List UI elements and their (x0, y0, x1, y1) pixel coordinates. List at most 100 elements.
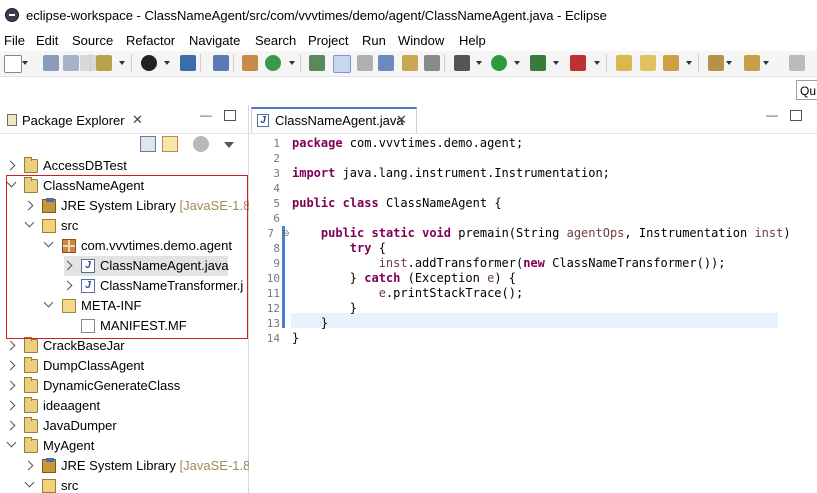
expand-icon[interactable] (5, 360, 16, 371)
tree-item-crackbasejar[interactable]: CrackBaseJar (0, 336, 248, 356)
code-line: public class ClassNameAgent { (292, 196, 502, 210)
menu-navigate[interactable]: Navigate (189, 33, 240, 48)
menu-run[interactable]: Run (362, 33, 386, 48)
quick-access-input[interactable]: Qu (796, 80, 817, 100)
project-icon (24, 377, 38, 393)
tree-item-src-2[interactable]: src (0, 476, 248, 493)
tree-item-javadumper[interactable]: JavaDumper (0, 416, 248, 436)
external-tools-dropdown-icon[interactable] (594, 61, 600, 65)
project-icon (24, 157, 38, 173)
terminal-icon[interactable] (180, 55, 196, 71)
code-line: } catch (Exception e) { (292, 271, 516, 285)
coverage-dropdown-icon[interactable] (553, 61, 559, 65)
show-whitespace-icon[interactable] (378, 55, 394, 71)
build-dropdown-icon[interactable] (119, 61, 125, 65)
line-number: 12 (266, 302, 280, 315)
user-dropdown-icon[interactable] (164, 61, 170, 65)
collapse-icon[interactable] (24, 477, 35, 488)
maximize-icon[interactable] (224, 110, 236, 121)
toggle-block-selection-icon[interactable] (357, 55, 373, 71)
user-icon[interactable] (141, 55, 157, 71)
search-icon[interactable] (663, 55, 679, 71)
new-java-package-icon[interactable] (242, 55, 258, 71)
view-menu-icon[interactable] (224, 142, 234, 148)
close-icon[interactable]: ✕ (396, 112, 407, 128)
run-icon[interactable] (491, 55, 507, 71)
next-annotation-dropdown-icon[interactable] (726, 61, 732, 65)
debug-dropdown-icon[interactable] (476, 61, 482, 65)
new-java-class-icon[interactable] (265, 55, 281, 71)
tree-item-jre-system-library-2[interactable]: JRE System Library [JavaSE-1.8] (0, 456, 254, 476)
external-tools-icon[interactable] (570, 55, 586, 71)
collapse-all-icon[interactable] (140, 136, 156, 152)
editor-overview-ruler[interactable] (796, 134, 817, 493)
open-type-icon[interactable] (309, 55, 325, 71)
previous-annotation-icon[interactable] (744, 55, 760, 71)
focus-on-active-task-icon[interactable] (193, 136, 209, 152)
print-icon[interactable] (80, 55, 96, 71)
next-annotation-icon[interactable] (708, 55, 724, 71)
menu-help[interactable]: Help (459, 33, 486, 48)
code-line: package com.vvvtimes.demo.agent; (292, 136, 524, 150)
run-dropdown-icon[interactable] (514, 61, 520, 65)
close-icon[interactable]: ✕ (132, 112, 143, 128)
back-icon[interactable] (789, 55, 805, 71)
menu-project[interactable]: Project (308, 33, 348, 48)
tree-item-ideaagent[interactable]: ideaagent (0, 396, 248, 416)
debug-icon[interactable] (454, 55, 470, 71)
tree-item-dumpclassagent[interactable]: DumpClassAgent (0, 356, 248, 376)
previous-annotation-dropdown-icon[interactable] (763, 61, 769, 65)
new-icon[interactable] (4, 55, 22, 73)
show-whitespace-characters-icon[interactable] (424, 55, 440, 71)
build-icon[interactable] (96, 55, 112, 71)
toggle-mark-occurrences-icon[interactable] (333, 55, 351, 73)
editor-maximize-icon[interactable] (790, 110, 802, 121)
expand-icon[interactable] (5, 340, 16, 351)
expand-icon[interactable] (5, 400, 16, 411)
code-line: try { (349, 241, 386, 255)
open-project-icon[interactable] (640, 55, 656, 71)
code-line: e.printStackTrace(); (378, 286, 524, 300)
menu-source[interactable]: Source (72, 33, 113, 48)
open-folder-icon[interactable] (616, 55, 632, 71)
current-line-highlight (291, 313, 778, 328)
expand-icon[interactable] (5, 420, 16, 431)
menu-file[interactable]: File (4, 33, 25, 48)
menu-window[interactable]: Window (398, 33, 444, 48)
line-number: 10 (266, 272, 280, 285)
minimize-icon[interactable]: — (200, 108, 212, 122)
link-with-editor-icon[interactable] (162, 136, 178, 152)
menu-search[interactable]: Search (255, 33, 296, 48)
new-dropdown-icon[interactable] (22, 61, 28, 65)
save-all-icon[interactable] (63, 55, 79, 71)
project-icon (24, 337, 38, 353)
open-task-icon[interactable] (402, 55, 418, 71)
save-icon[interactable] (43, 55, 59, 71)
editor-minimize-icon[interactable]: — (766, 108, 778, 122)
expand-icon[interactable] (23, 460, 34, 471)
package-explorer-tab[interactable]: Package Explorer (22, 113, 125, 128)
tree-item-dynamicgenerateclass[interactable]: DynamicGenerateClass (0, 376, 248, 396)
menu-refactor[interactable]: Refactor (126, 33, 175, 48)
collapse-icon[interactable] (6, 437, 17, 448)
new-class-dropdown-icon[interactable] (289, 61, 295, 65)
code-line: } (292, 331, 300, 345)
eclipse-logo-icon (5, 8, 19, 22)
tree-item-accessdbtest[interactable]: AccessDBTest (0, 156, 248, 176)
search-dropdown-icon[interactable] (686, 61, 692, 65)
fold-icon[interactable]: ⊖ (282, 228, 290, 239)
expand-icon[interactable] (5, 160, 16, 171)
project-icon (24, 437, 38, 453)
line-number: 1 (273, 137, 280, 150)
skip-breakpoints-icon[interactable] (213, 55, 229, 71)
project-icon (24, 357, 38, 373)
window-title: eclipse-workspace - ClassNameAgent/src/c… (26, 8, 607, 23)
expand-icon[interactable] (5, 380, 16, 391)
code-line: } (292, 316, 329, 330)
line-number: 9 (273, 257, 280, 270)
code-line: public static void premain(String agentO… (320, 226, 806, 240)
menu-edit[interactable]: Edit (36, 33, 58, 48)
coverage-icon[interactable] (530, 55, 546, 71)
code-line: import java.lang.instrument.Instrumentat… (292, 166, 610, 180)
tree-item-myagent[interactable]: MyAgent (0, 436, 248, 456)
